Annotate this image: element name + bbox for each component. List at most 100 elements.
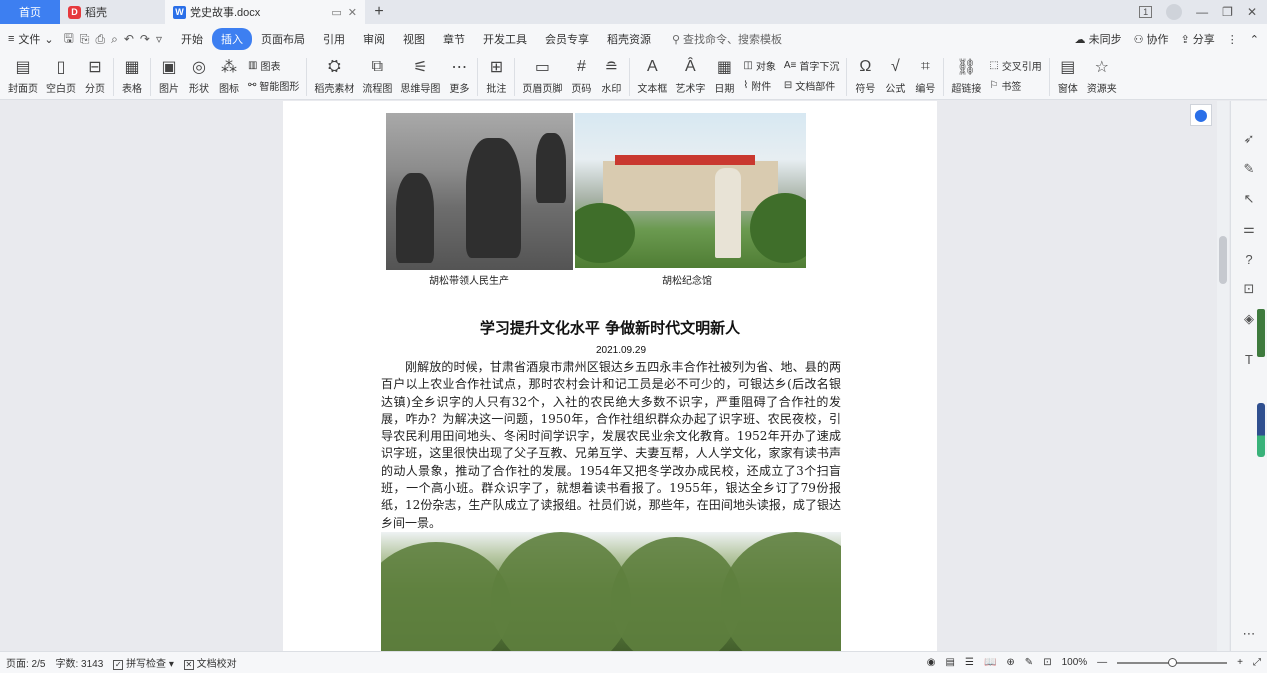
- proofread-toggle[interactable]: ✕ 文档校对: [183, 655, 237, 670]
- tab-daoke-resources[interactable]: 稻壳资源: [598, 28, 660, 50]
- smartart-button[interactable]: ⚯ 智能图形: [248, 78, 299, 93]
- header-footer-button[interactable]: ▭ 页眉页脚: [518, 56, 566, 95]
- pen-icon[interactable]: ✎: [1241, 161, 1257, 177]
- bookmark-button[interactable]: ⚐ 书签: [989, 78, 1041, 93]
- side-widget-indicator[interactable]: [1257, 403, 1265, 457]
- print-icon[interactable]: ⎙: [95, 32, 105, 47]
- shape-button[interactable]: ◎ 形状: [184, 56, 214, 95]
- close-tab-icon[interactable]: ✕: [348, 6, 357, 19]
- more-options-icon[interactable]: ⋯: [1241, 626, 1257, 642]
- tab-daoke[interactable]: D 稻壳: [60, 0, 165, 24]
- mindmap-button[interactable]: ⚟ 思维导图: [396, 56, 444, 95]
- blank-page-button[interactable]: ▯ 空白页: [42, 56, 80, 95]
- tab-view[interactable]: 视图: [394, 28, 434, 50]
- rocket-icon[interactable]: ➶: [1241, 131, 1257, 147]
- form-button[interactable]: ▤ 窗体: [1053, 56, 1083, 95]
- sync-status[interactable]: ☁ 未同步: [1075, 31, 1122, 47]
- numbering-button[interactable]: ⌗ 编号: [910, 56, 940, 95]
- tab-document[interactable]: W 党史故事.docx ▭ ✕: [165, 0, 365, 24]
- comment-button[interactable]: ⊞ 批注: [481, 56, 511, 95]
- share-button[interactable]: ⇪ 分享: [1181, 31, 1215, 47]
- attachment-button[interactable]: ⌇ 附件: [743, 78, 775, 93]
- cursor-select-icon[interactable]: ↖: [1241, 191, 1257, 207]
- page-view-icon[interactable]: ▤: [946, 657, 955, 668]
- document-workspace[interactable]: 胡松带领人民生产 胡松纪念馆 学习提升文化水平 争做新时代文明新人 2021.0…: [0, 101, 1267, 651]
- side-widget-tab[interactable]: [1257, 309, 1265, 357]
- cover-page-button[interactable]: ▤ 封面页: [4, 56, 42, 95]
- page-break-button[interactable]: ⊟ 分页: [80, 56, 110, 95]
- adjust-icon[interactable]: ⚌: [1241, 221, 1257, 237]
- zoom-out-icon[interactable]: —: [1097, 657, 1107, 668]
- customize-icon[interactable]: ▿: [156, 32, 162, 46]
- map-pin-icon[interactable]: ◈: [1241, 311, 1257, 327]
- formula-button[interactable]: √ 公式: [880, 56, 910, 95]
- write-view-icon[interactable]: ✎: [1025, 657, 1033, 668]
- zoom-slider-knob[interactable]: [1168, 657, 1178, 667]
- print-preview-icon[interactable]: ⌕: [111, 32, 118, 47]
- close-window-icon[interactable]: ✕: [1247, 5, 1257, 19]
- more-vertical-icon[interactable]: ⋮: [1227, 33, 1238, 46]
- page-number-button[interactable]: # 页码: [566, 56, 596, 95]
- object-button[interactable]: ◫ 对象: [743, 58, 775, 73]
- collab-button[interactable]: ⚇ 协作: [1134, 31, 1169, 47]
- web-view-icon[interactable]: ⊕: [1006, 657, 1014, 668]
- watermark-button[interactable]: ≘ 水印: [596, 56, 626, 95]
- page-indicator[interactable]: 页面: 2/5: [6, 655, 45, 670]
- spell-check-toggle[interactable]: ✓ 拼写检查 ▾: [113, 655, 174, 670]
- redo-icon[interactable]: ↷: [140, 32, 150, 46]
- symbol-button[interactable]: Ω 符号: [850, 56, 880, 95]
- document-page[interactable]: 胡松带领人民生产 胡松纪念馆 学习提升文化水平 争做新时代文明新人 2021.0…: [283, 101, 937, 651]
- pin-icon[interactable]: ▭: [331, 6, 341, 19]
- wordart-button[interactable]: Â 艺术字: [671, 56, 709, 95]
- zoom-level[interactable]: 100%: [1062, 657, 1088, 668]
- image-tool-icon[interactable]: ⊡: [1241, 281, 1257, 297]
- photo-production[interactable]: [386, 113, 573, 270]
- text-format-icon[interactable]: T: [1241, 351, 1257, 367]
- photo-willows[interactable]: [381, 532, 841, 651]
- help-icon[interactable]: ?: [1241, 251, 1257, 267]
- new-tab-button[interactable]: +: [365, 0, 393, 24]
- file-menu[interactable]: ≡ 文件 ⌄: [8, 31, 54, 47]
- zoom-slider[interactable]: [1117, 657, 1228, 667]
- crossref-button[interactable]: ⬚ 交叉引用: [989, 58, 1041, 73]
- collapse-ribbon-icon[interactable]: ⌃: [1250, 33, 1259, 46]
- minimize-icon[interactable]: —: [1196, 5, 1208, 19]
- picture-button[interactable]: ▣ 图片: [154, 56, 184, 95]
- hyperlink-button[interactable]: ⛓ 超链接: [947, 56, 985, 95]
- photo-memorial-hall[interactable]: [575, 113, 806, 268]
- undo-icon[interactable]: ↶: [124, 32, 134, 46]
- zoom-in-icon[interactable]: +: [1237, 657, 1243, 668]
- export-pdf-icon[interactable]: ⎘: [80, 32, 90, 47]
- fit-page-icon[interactable]: ⊡: [1043, 657, 1051, 668]
- tab-member[interactable]: 会员专享: [536, 28, 598, 50]
- table-button[interactable]: ▦ 表格: [117, 56, 147, 95]
- restore-icon[interactable]: ❐: [1222, 5, 1233, 19]
- tab-insert[interactable]: 插入: [211, 28, 252, 50]
- save-icon[interactable]: 🖫: [64, 29, 74, 50]
- textbox-button[interactable]: A 文本框: [633, 56, 671, 95]
- tab-section[interactable]: 章节: [434, 28, 474, 50]
- date-button[interactable]: ▦ 日期: [709, 56, 739, 95]
- tab-developer[interactable]: 开发工具: [474, 28, 536, 50]
- location-pin-icon[interactable]: ⬤: [1190, 104, 1212, 126]
- more-button[interactable]: ⋯ 更多: [444, 56, 474, 95]
- command-search[interactable]: ⚲ 查找命令、搜索模板: [672, 31, 782, 47]
- word-count[interactable]: 字数: 3143: [55, 655, 103, 670]
- tab-references[interactable]: 引用: [314, 28, 354, 50]
- daoke-material-button[interactable]: ⛭ 稻壳素材: [310, 56, 358, 95]
- vertical-scrollbar[interactable]: [1217, 101, 1229, 651]
- tab-page-layout[interactable]: 页面布局: [252, 28, 314, 50]
- tab-start[interactable]: 开始: [172, 28, 212, 50]
- tab-home[interactable]: 首页: [0, 0, 60, 24]
- chart-button[interactable]: ▥ 图表: [248, 58, 299, 73]
- resources-button[interactable]: ☆ 资源夹: [1083, 56, 1121, 95]
- flowchart-button[interactable]: ⧉ 流程图: [358, 56, 396, 95]
- icon-button[interactable]: ⁂ 图标: [214, 56, 244, 95]
- reading-view-icon[interactable]: 📖: [984, 657, 996, 668]
- doc-parts-button[interactable]: ⊟ 文档部件: [784, 78, 840, 93]
- avatar[interactable]: [1166, 4, 1183, 20]
- window-count-badge[interactable]: 1: [1139, 6, 1153, 18]
- outline-view-icon[interactable]: ☰: [965, 657, 974, 668]
- tab-review[interactable]: 审阅: [354, 28, 394, 50]
- fullscreen-icon[interactable]: ⤢: [1253, 657, 1261, 668]
